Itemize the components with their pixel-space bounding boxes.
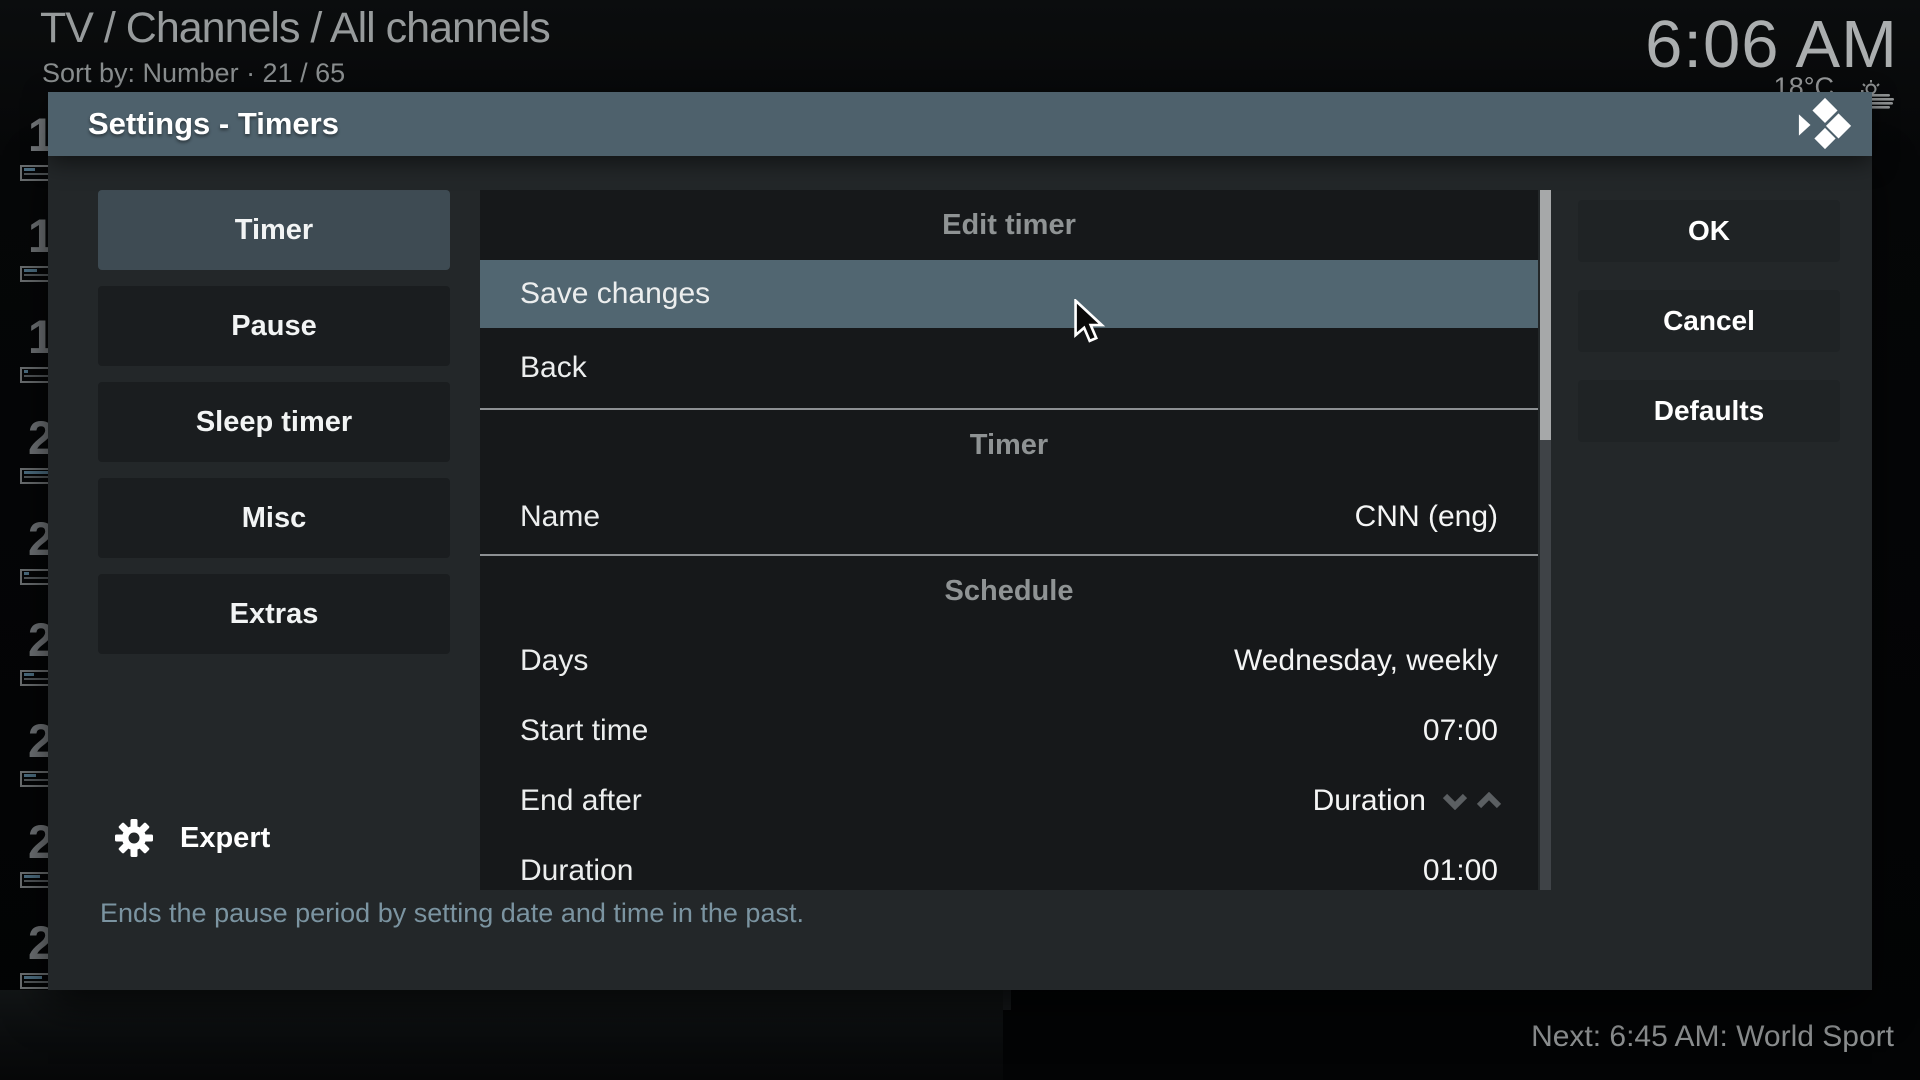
dialog-titlebar: Settings - Timers	[48, 92, 1872, 156]
item-value: 01:00	[1423, 854, 1498, 888]
sort-info: Sort by: Number · 21 / 65	[42, 58, 345, 89]
item-label: Back	[480, 351, 587, 385]
gear-icon	[114, 818, 154, 858]
background-details-pane	[0, 990, 1003, 1080]
scrollbar-thumb[interactable]	[1540, 190, 1551, 440]
dialog-title: Settings - Timers	[88, 106, 339, 142]
button-label: Defaults	[1654, 395, 1764, 427]
settings-level-toggle[interactable]: Expert	[114, 818, 270, 858]
sidebar-item-label: Extras	[230, 598, 319, 631]
end-after-item[interactable]: End after Duration	[480, 766, 1538, 836]
sidebar-item-sleep-timer[interactable]: Sleep timer	[98, 382, 450, 462]
item-value: Wednesday, weekly	[1234, 644, 1498, 678]
kodi-logo-icon	[1796, 97, 1854, 156]
group-header-label: Timer	[970, 429, 1048, 462]
group-header: Edit timer	[480, 190, 1538, 260]
value-spinner	[1442, 792, 1502, 810]
sidebar-item-label: Timer	[235, 214, 313, 247]
item-value: Duration	[1313, 784, 1426, 818]
days-item[interactable]: Days Wednesday, weekly	[480, 626, 1538, 696]
next-program-label: Next: 6:45 AM: World Sport	[1531, 1020, 1894, 1054]
defaults-button[interactable]: Defaults	[1578, 380, 1840, 442]
back-item[interactable]: Back	[480, 328, 1538, 408]
sidebar-item-misc[interactable]: Misc	[98, 478, 450, 558]
chevron-up-icon[interactable]	[1476, 792, 1502, 810]
breadcrumb: TV / Channels / All channels	[40, 4, 550, 53]
scrollbar-track[interactable]	[1540, 190, 1551, 890]
item-label: Save changes	[480, 277, 710, 311]
button-label: Cancel	[1663, 305, 1755, 337]
ok-button[interactable]: OK	[1578, 200, 1840, 262]
cancel-button[interactable]: Cancel	[1578, 290, 1840, 352]
settings-list: Edit timer Save changes Back Timer Name …	[480, 190, 1538, 890]
start-time-item[interactable]: Start time 07:00	[480, 696, 1538, 766]
group-header: Timer	[480, 410, 1538, 480]
sidebar-item-extras[interactable]: Extras	[98, 574, 450, 654]
sidebar-item-pause[interactable]: Pause	[98, 286, 450, 366]
item-value: 07:00	[1423, 714, 1498, 748]
item-label: End after	[480, 784, 642, 818]
sidebar-item-label: Sleep timer	[196, 406, 352, 439]
item-value: CNN (eng)	[1355, 500, 1498, 534]
clock: 6:06 AM	[1645, 6, 1898, 83]
mouse-arrow-icon	[1072, 299, 1112, 350]
screen: 111222222 TV / Channels / All channels S…	[0, 0, 1920, 1080]
setting-description: Ends the pause period by setting date an…	[100, 898, 1500, 929]
duration-item[interactable]: Duration 01:00	[480, 836, 1538, 890]
settings-dialog: Timer Pause Sleep timer Misc Extras E	[48, 156, 1872, 990]
button-label: OK	[1688, 215, 1730, 247]
item-label: Duration	[480, 854, 633, 888]
group-header-label: Edit timer	[942, 209, 1076, 242]
sidebar-item-label: Pause	[231, 310, 316, 343]
group-header: Schedule	[480, 556, 1538, 626]
group-header-label: Schedule	[945, 575, 1074, 608]
name-item[interactable]: Name CNN (eng)	[480, 480, 1538, 554]
sidebar-item-label: Misc	[242, 502, 306, 535]
item-label: Start time	[480, 714, 648, 748]
sidebar-item-timer[interactable]: Timer	[98, 190, 450, 270]
save-changes-item[interactable]: Save changes	[480, 260, 1538, 328]
chevron-down-icon[interactable]	[1442, 792, 1468, 810]
settings-level-label: Expert	[180, 822, 270, 855]
item-label: Name	[480, 500, 600, 534]
item-label: Days	[480, 644, 588, 678]
